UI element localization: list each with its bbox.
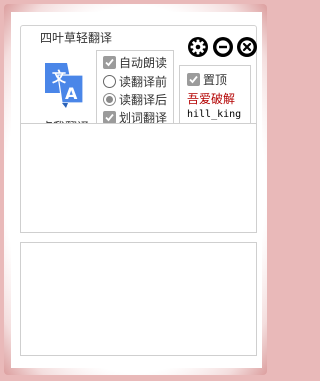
crack-link[interactable]: 吾爱破解 [187, 90, 235, 107]
google-translate-icon: 文 A [45, 63, 84, 108]
topmost-checkbox[interactable]: 置顶 [187, 71, 227, 87]
main-groupbox: 四叶草轻翻译 文 A 自动朗读 读翻译前 读翻译后 划词翻译 置顶 吾爱破解 h… [20, 25, 257, 134]
read-after-radio[interactable]: 读翻译后 [103, 91, 167, 107]
check-icon [103, 110, 116, 124]
side-options-box: 置顶 吾爱破解 hill_king [179, 65, 251, 127]
radio-unchecked-icon [103, 74, 116, 88]
radio-checked-icon [103, 92, 116, 106]
reading-options-box: 自动朗读 读翻译前 读翻译后 划词翻译 [96, 50, 174, 128]
close-icon[interactable] [237, 37, 257, 57]
app-title: 四叶草轻翻译 [37, 31, 116, 45]
minimize-icon[interactable] [213, 37, 233, 57]
auto-read-label: 自动朗读 [119, 55, 168, 70]
topmost-label: 置顶 [203, 72, 228, 87]
gear-icon[interactable] [188, 37, 208, 57]
auto-read-checkbox[interactable]: 自动朗读 [103, 54, 167, 70]
check-icon [103, 55, 116, 69]
read-before-radio[interactable]: 读翻译前 [103, 73, 167, 89]
source-text-pane[interactable] [20, 123, 257, 233]
result-text-pane[interactable] [20, 242, 257, 356]
translate-button[interactable]: 文 A [43, 59, 87, 109]
app-window: 四叶草轻翻译 文 A 自动朗读 读翻译前 读翻译后 划词翻译 置顶 吾爱破解 h… [11, 12, 262, 368]
read-after-label: 读翻译后 [119, 92, 168, 107]
read-before-label: 读翻译前 [119, 74, 168, 89]
author-label: hill_king [187, 109, 242, 120]
check-icon [187, 72, 200, 86]
svg-text:A: A [65, 84, 78, 103]
